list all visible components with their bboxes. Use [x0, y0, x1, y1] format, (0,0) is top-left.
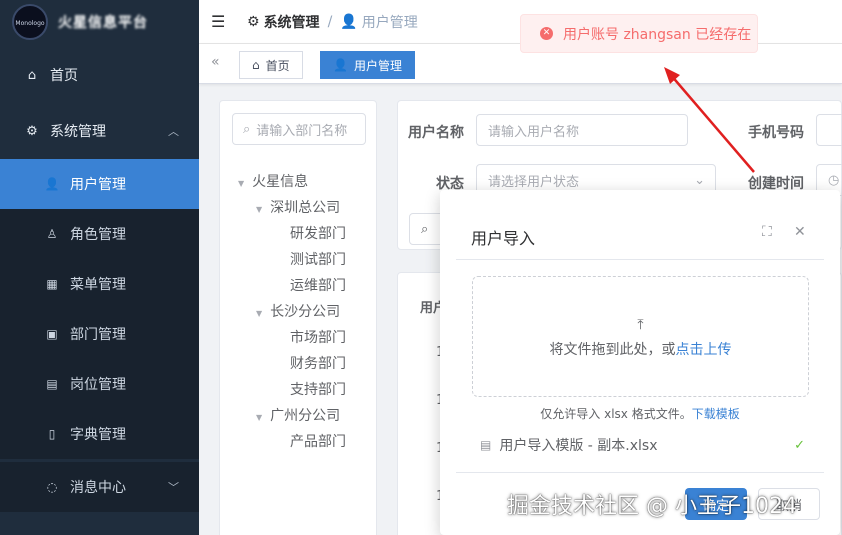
download-template-link[interactable]: 下载模板: [692, 407, 740, 421]
username-input[interactable]: 请输入用户名称: [476, 114, 688, 146]
error-toast: ✕ 用户账号 zhangsan 已经存在: [520, 14, 758, 53]
tag-users[interactable]: 👤 用户管理: [320, 51, 415, 79]
user-icon: 👤: [333, 58, 348, 72]
close-icon[interactable]: ✕: [794, 224, 806, 240]
chevron-up-icon: ︿: [168, 125, 179, 138]
sidebar-item-label: 岗位管理: [70, 377, 126, 393]
user-icon: 👤: [44, 177, 60, 191]
sidebar-item-label: 部门管理: [70, 327, 126, 343]
tree-node[interactable]: 支持部门: [290, 379, 346, 399]
message-icon: ◌: [46, 480, 58, 494]
divider: [456, 472, 824, 473]
upload-icon: ⤒: [637, 317, 644, 333]
tree-node[interactable]: ▼ 长沙分公司: [256, 301, 340, 321]
sidebar-item-dict[interactable]: ▯ 字典管理: [0, 409, 199, 459]
divider: [456, 259, 824, 260]
sidebar-item-label: 菜单管理: [70, 277, 126, 293]
sidebar-item-messages[interactable]: ◌ 消息中心 ﹀: [0, 462, 199, 512]
search-icon: ⌕: [421, 221, 429, 237]
sidebar-item-label: 字典管理: [70, 427, 126, 443]
sidebar-item-label: 用户管理: [70, 177, 126, 193]
tree-node[interactable]: 市场部门: [290, 327, 346, 347]
id-card-icon: ▣: [46, 327, 58, 341]
click-upload-link[interactable]: 点击上传: [676, 342, 732, 358]
dept-search-input[interactable]: ⌕ 请输入部门名称: [232, 113, 366, 145]
import-dialog: 用户导入 ⛶ ✕ ⤒ 将文件拖到此处，或点击上传 仅允许导入 xlsx 格式文件…: [440, 190, 840, 535]
fullscreen-icon[interactable]: ⛶: [762, 224, 772, 240]
check-circle-icon: ✓: [794, 437, 805, 453]
sidebar-item-label: 消息中心: [70, 480, 126, 496]
tree-node[interactable]: 产品部门: [290, 431, 346, 451]
phone-input[interactable]: [816, 114, 842, 146]
gear-icon: ⚙: [26, 123, 38, 139]
home-icon: ⌂: [27, 67, 37, 83]
badge-icon: ▤: [46, 377, 58, 391]
dept-tree-panel: ⌕ 请输入部门名称 ▼ 火星信息 ▼ 深圳总公司 研发部门 测试部门 运维部门 ▼ 长…: [219, 100, 377, 535]
breadcrumb-separator: /: [327, 13, 333, 30]
clock-icon: ◷: [828, 172, 840, 188]
person-icon: ♙: [46, 227, 58, 241]
breadcrumb-page: 用户管理: [361, 14, 418, 31]
error-icon: ✕: [540, 27, 553, 40]
sidebar: Monologo 火星信息平台 ⌂ 首页 ⚙ 系统管理 ︿ 👤 用户管理 ♙ 角…: [0, 0, 199, 535]
toast-message: 用户账号 zhangsan 已经存在: [563, 26, 752, 43]
grid-icon: ▦: [46, 277, 58, 291]
logo: Monologo: [12, 4, 48, 40]
search-icon: ⌕: [243, 121, 251, 137]
upload-dropzone[interactable]: ⤒ 将文件拖到此处，或点击上传: [472, 276, 809, 397]
sidebar-item-users[interactable]: 👤 用户管理: [0, 159, 199, 209]
tree-node[interactable]: ▼ 深圳总公司: [256, 197, 340, 217]
home-icon: ⌂: [252, 58, 260, 72]
sidebar-item-label: 系统管理: [50, 124, 106, 140]
breadcrumb: ⚙ 系统管理 / 👤 用户管理: [247, 12, 418, 32]
gear-icon: ⚙: [247, 13, 260, 30]
dept-search-placeholder: 请输入部门名称: [256, 123, 348, 139]
double-chevron-left-icon[interactable]: «: [211, 54, 220, 70]
sidebar-item-label: 角色管理: [70, 227, 126, 243]
user-icon: 👤: [340, 13, 358, 30]
tag-home[interactable]: ⌂ 首页: [239, 51, 303, 79]
book-icon: ▯: [48, 427, 56, 441]
dropzone-text: 将文件拖到此处，或点击上传: [549, 342, 732, 358]
username-label: 用户名称: [408, 125, 464, 141]
sidebar-item-system[interactable]: ⚙ 系统管理 ︿: [0, 106, 199, 156]
tree-node[interactable]: ▼ 广州分公司: [256, 405, 340, 425]
tag-label: 首页: [265, 58, 290, 73]
tag-label: 用户管理: [353, 58, 402, 73]
tree-node[interactable]: 研发部门: [290, 223, 346, 243]
upload-tip: 仅允许导入 xlsx 格式文件。下载模板: [540, 407, 740, 421]
caret-down-icon: ▼: [256, 205, 263, 214]
sidebar-item-label: 首页: [50, 68, 78, 84]
watermark: 掘金技术社区 @ 小王子1024: [507, 494, 797, 519]
sidebar-item-roles[interactable]: ♙ 角色管理: [0, 209, 199, 259]
caret-down-icon: ▼: [238, 179, 245, 188]
chevron-down-icon: ﹀: [168, 481, 179, 494]
uploaded-file[interactable]: ▤ 用户导入模版 - 副本.xlsx ✓: [480, 434, 805, 456]
sidebar-item-posts[interactable]: ▤ 岗位管理: [0, 359, 199, 409]
sidebar-item-home[interactable]: ⌂ 首页: [0, 50, 199, 100]
document-icon: ▤: [480, 438, 492, 452]
sidebar-item-menus[interactable]: ▦ 菜单管理: [0, 259, 199, 309]
file-name: 用户导入模版 - 副本.xlsx: [499, 438, 658, 454]
tree-node[interactable]: 测试部门: [290, 249, 346, 269]
caret-down-icon: ▼: [256, 309, 263, 318]
tree-node[interactable]: ▼ 火星信息: [238, 171, 308, 191]
caret-down-icon: ▼: [256, 413, 263, 422]
sidebar-item-depts[interactable]: ▣ 部门管理: [0, 309, 199, 359]
tree-node[interactable]: 运维部门: [290, 275, 346, 295]
chevron-down-icon: ⌄: [694, 172, 705, 188]
phone-label: 手机号码: [748, 125, 804, 141]
breadcrumb-section[interactable]: 系统管理: [264, 12, 320, 32]
dialog-title: 用户导入: [471, 229, 536, 248]
brand-title: 火星信息平台: [58, 15, 148, 31]
hamburger-icon[interactable]: ☰: [211, 12, 227, 31]
tree-node[interactable]: 财务部门: [290, 353, 346, 373]
